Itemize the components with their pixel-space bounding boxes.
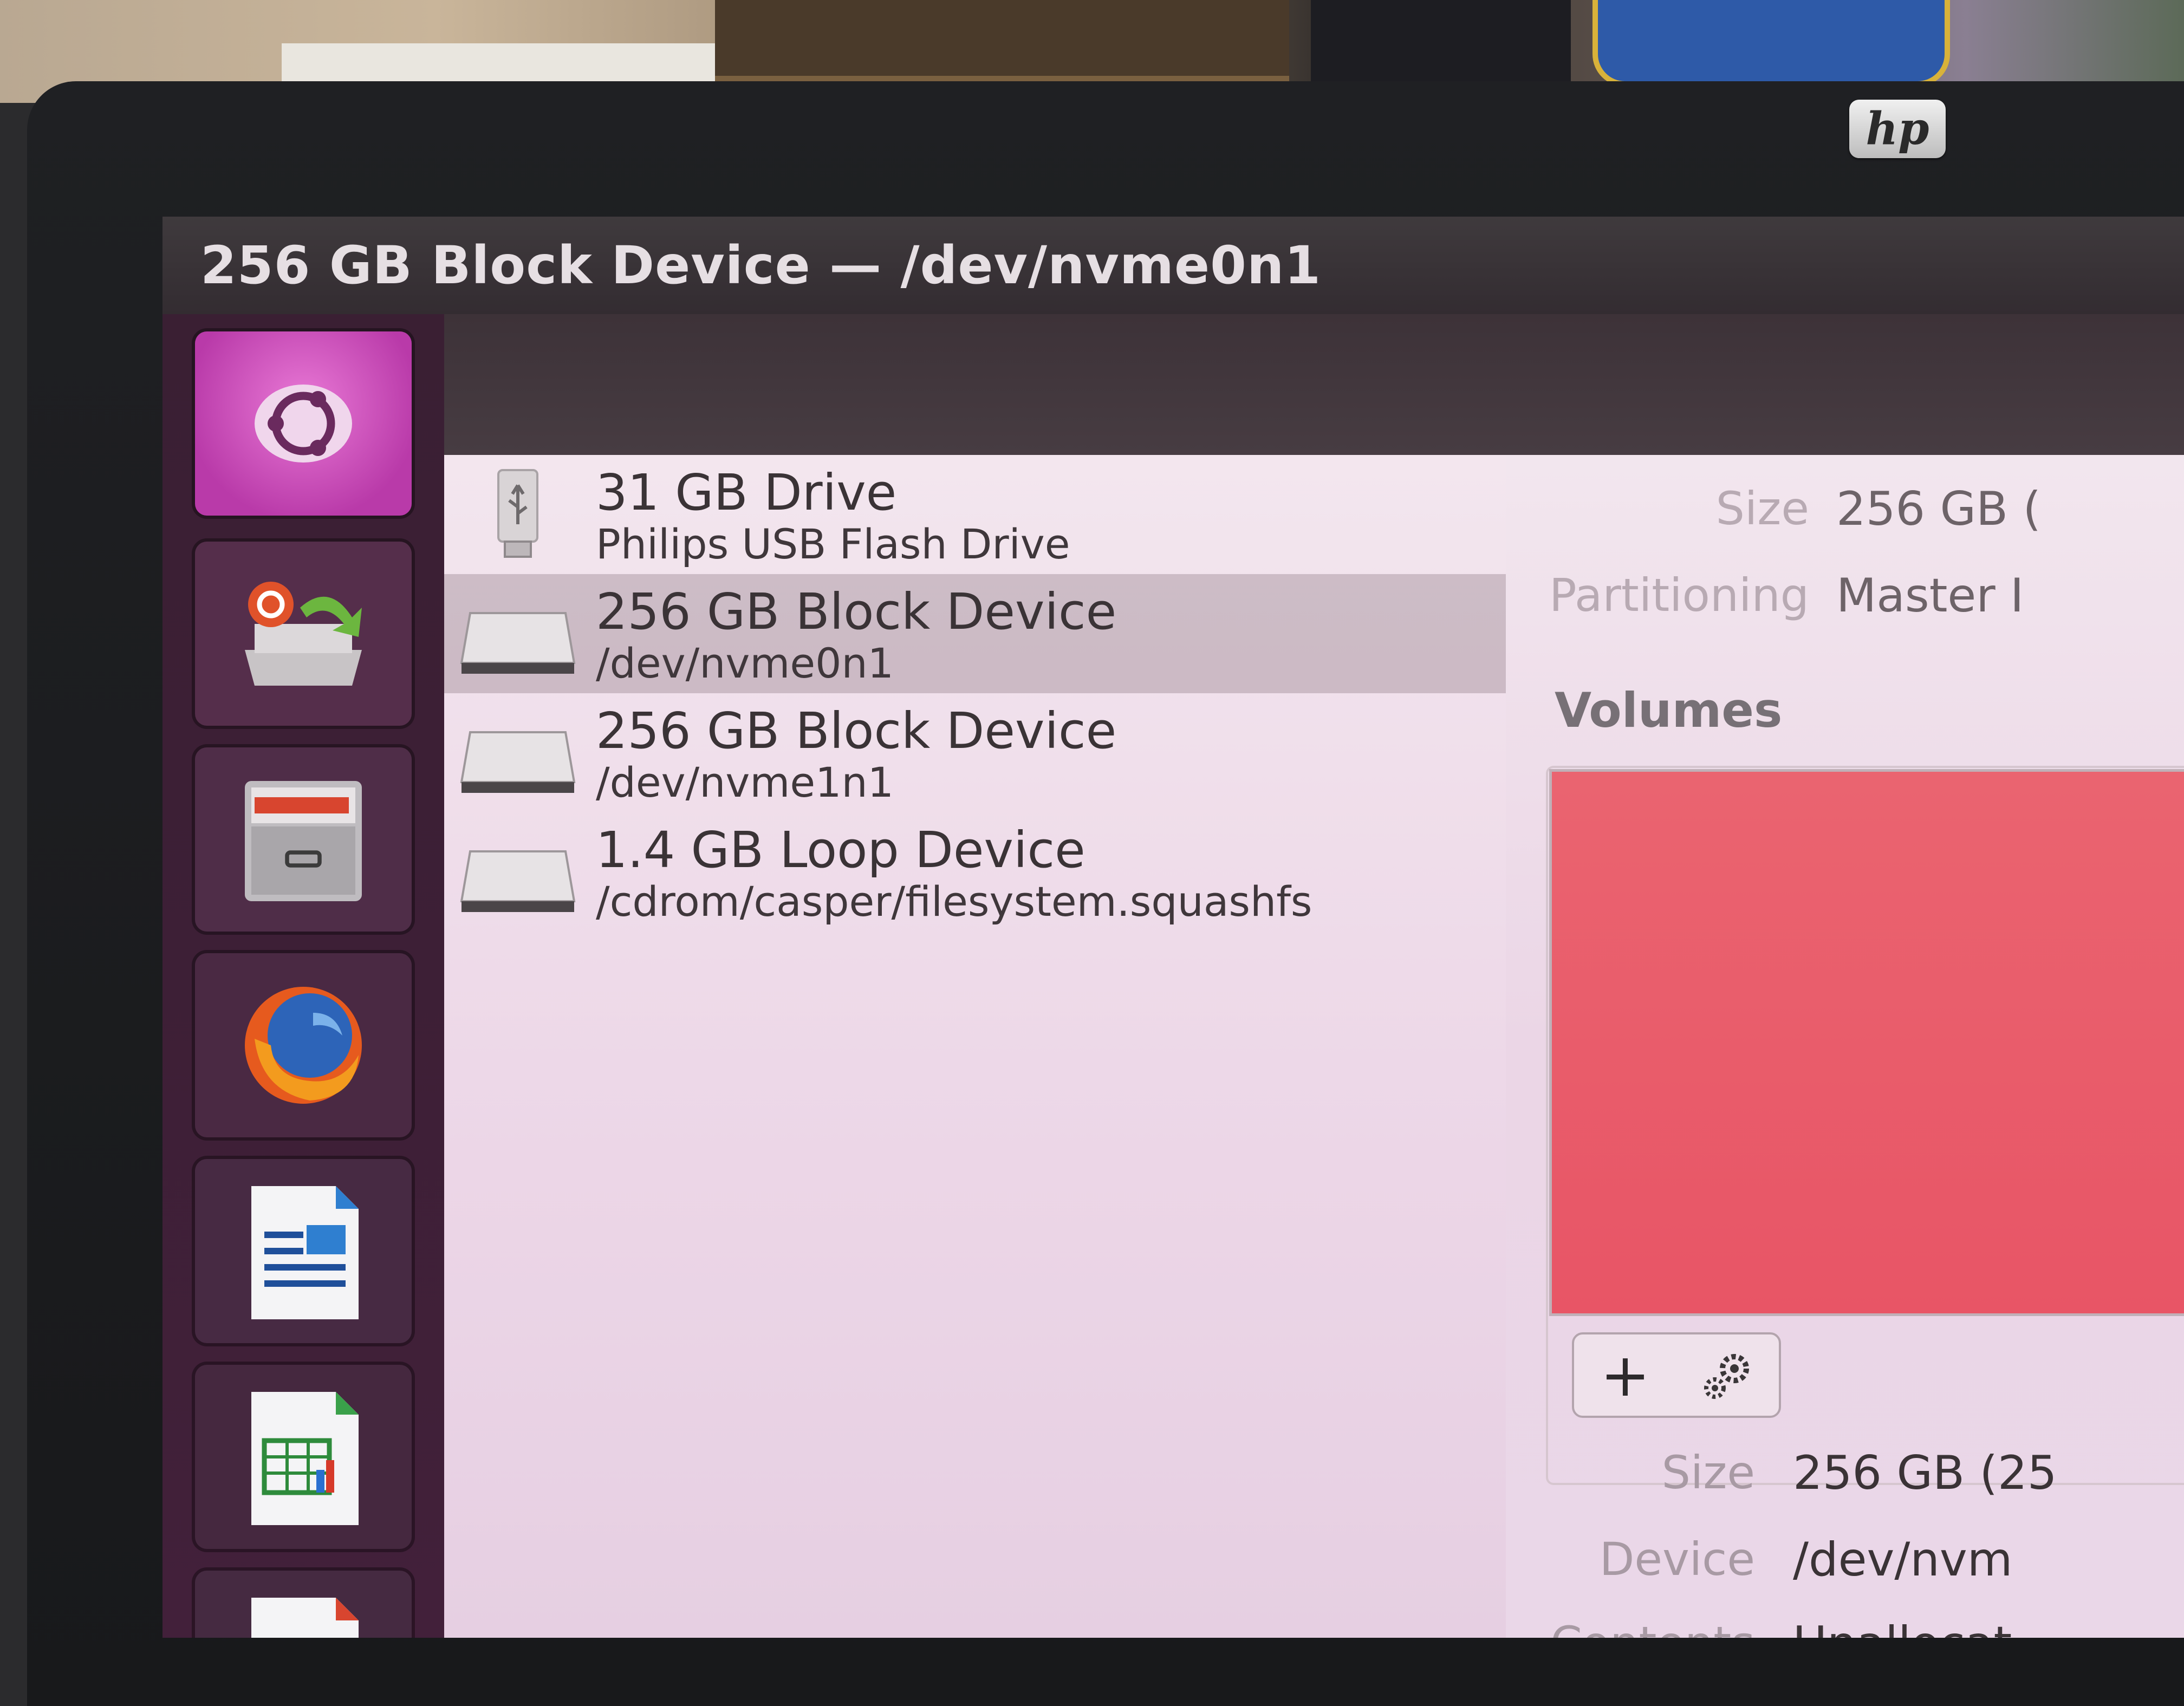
device-subtitle: /dev/nvme0n1 [596, 639, 894, 687]
device-row[interactable]: 1.4 GB Loop Device /cdrom/casper/filesys… [444, 812, 1506, 932]
device-name: 256 GB Block Device [596, 583, 1117, 641]
disk-drive-icon [460, 612, 576, 674]
device-name: 256 GB Block Device [596, 702, 1117, 760]
gears-icon [1704, 1354, 1749, 1399]
launcher-item-writer[interactable] [195, 1571, 412, 1638]
device-row-selected[interactable]: 256 GB Block Device /dev/nvme0n1 [444, 574, 1506, 693]
volume-size-value: 256 GB (25 [1793, 1446, 2057, 1500]
screen: 256 GB Block Device — /dev/nvme0n1 31 GB… [162, 217, 2184, 1638]
partition-options-button[interactable] [1676, 1334, 1779, 1416]
disk-drive-icon [460, 850, 576, 912]
drive-size-label: Size [1715, 482, 1809, 535]
libreoffice-impress-icon [251, 1186, 359, 1319]
window-titlebar: 256 GB Block Device — /dev/nvme0n1 [162, 217, 2184, 314]
app-header [444, 314, 2184, 455]
drive-details-pane: Size 256 GB ( Partitioning Master I Volu… [1506, 455, 2184, 1638]
device-row[interactable]: 256 GB Block Device /dev/nvme1n1 [444, 693, 1506, 812]
usb-drive-icon [497, 469, 538, 558]
volume-device-label: Device [1599, 1533, 1755, 1586]
launcher-item-calc[interactable] [195, 1365, 412, 1549]
ubuntu-dash-icon [255, 385, 352, 463]
desk-object [1592, 0, 1950, 87]
desk-object [715, 0, 1289, 81]
partitioning-label: Partitioning [1549, 569, 1809, 622]
launcher-item-impress[interactable] [195, 1159, 412, 1343]
launcher-item-firefox[interactable] [195, 953, 412, 1137]
volume-toolbar: + [1572, 1332, 1781, 1418]
hp-logo: hp [1849, 100, 1946, 158]
volume-bar-free-space[interactable] [1549, 769, 2184, 1316]
partitioning-value: Master I [1836, 569, 2024, 623]
install-ubuntu-icon [245, 582, 362, 686]
desk-object [1311, 0, 1571, 81]
add-partition-button[interactable]: + [1574, 1334, 1676, 1416]
volume-device-value: /dev/nvm [1793, 1533, 2013, 1587]
disks-window-content: 31 GB Drive Philips USB Flash Drive 256 … [444, 455, 2184, 1638]
files-cabinet-icon [245, 781, 362, 901]
drive-size-value: 256 GB ( [1836, 482, 2042, 536]
desk-paper [282, 43, 769, 87]
volume-size-label: Size [1661, 1446, 1755, 1499]
device-name: 1.4 GB Loop Device [596, 821, 1086, 879]
device-subtitle: /cdrom/casper/filesystem.squashfs [596, 877, 1312, 926]
volume-contents-label: Contents [1506, 1617, 1755, 1638]
launcher-item-dash[interactable] [195, 331, 412, 516]
device-list: 31 GB Drive Philips USB Flash Drive 256 … [444, 455, 1506, 1638]
launcher-item-files[interactable] [195, 747, 412, 932]
libreoffice-writer-icon [251, 1598, 359, 1638]
disk-drive-icon [460, 731, 576, 793]
launcher [162, 314, 444, 1638]
libreoffice-calc-icon [251, 1392, 359, 1525]
hp-logo-text: hp [1865, 103, 1929, 155]
firefox-icon [245, 987, 362, 1104]
device-row[interactable]: 31 GB Drive Philips USB Flash Drive [444, 455, 1506, 574]
device-subtitle: Philips USB Flash Drive [596, 520, 1070, 568]
window-title: 256 GB Block Device — /dev/nvme0n1 [200, 235, 1322, 296]
volumes-heading: Volumes [1555, 682, 1783, 738]
launcher-item-installer[interactable] [195, 542, 412, 726]
device-name: 31 GB Drive [596, 464, 897, 522]
device-subtitle: /dev/nvme1n1 [596, 758, 894, 806]
volume-contents-value: Unallocat [1793, 1617, 2012, 1638]
